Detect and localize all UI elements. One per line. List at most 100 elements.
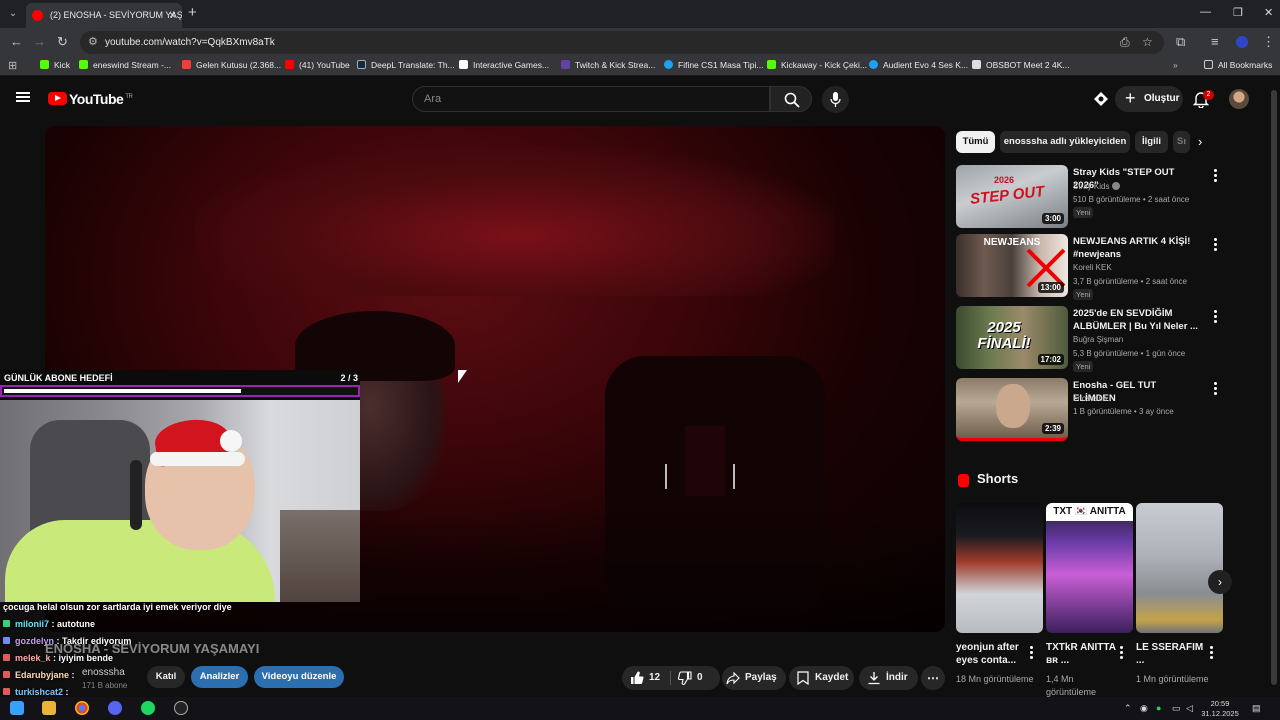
short-thumbnail[interactable] (956, 503, 1043, 633)
menu-icon[interactable] (16, 92, 30, 102)
channel-name[interactable]: Stray Kids (1073, 182, 1120, 191)
share-button[interactable]: Paylaş (722, 666, 786, 690)
chip-more[interactable]: Sı (1173, 131, 1190, 153)
bookmark-item[interactable]: DeepL Translate: Th... (357, 60, 455, 70)
video-thumbnail[interactable]: 2025 FİNALİ! 17:02 (956, 306, 1068, 369)
search-box[interactable] (412, 86, 770, 112)
tab-search-icon[interactable]: ⌄ (4, 5, 22, 23)
install-app-icon[interactable]: ⎙ (1120, 35, 1130, 50)
recommendation-item[interactable]: 2026 STEP OUT 3:00 Stray Kids "STEP OUT … (956, 165, 1224, 229)
profile-icon[interactable] (1236, 36, 1248, 48)
more-options-icon[interactable] (1214, 310, 1217, 323)
extensions-icon[interactable]: ⧉ (1176, 34, 1185, 50)
tray-volume-icon[interactable]: ◁ (1186, 703, 1193, 714)
short-title[interactable]: TXTkR ANITTA ʙʀ ... (1046, 641, 1122, 667)
bookmark-item[interactable]: Interactive Games... (459, 60, 549, 70)
more-options-icon[interactable] (1120, 646, 1123, 661)
bookmark-item[interactable]: OBSBOT Meet 2 4K... (972, 60, 1069, 70)
search-input[interactable] (413, 87, 769, 105)
short-title[interactable]: yeonjun after eyes conta... (956, 641, 1032, 667)
discord-icon[interactable] (108, 701, 122, 715)
browser-tab[interactable]: (2) ENOSHA - SEVİYORUM YAŞ × (26, 3, 182, 28)
page-scrollbar[interactable] (1271, 90, 1277, 685)
channel-name[interactable]: enosssha (1073, 394, 1107, 403)
start-icon[interactable] (10, 701, 24, 715)
video-title[interactable]: 2025'de EN SEVDİĞİM ALBÜMLER | Bu Yıl Ne… (1073, 307, 1199, 333)
media-icon[interactable]: ≡ (1211, 34, 1219, 49)
more-options-icon[interactable] (1030, 646, 1033, 661)
short-thumbnail[interactable]: TXT 🇰🇷 ANITTA (1046, 503, 1133, 633)
site-info-icon[interactable]: ⚙ (88, 35, 98, 48)
bookmark-item[interactable]: Kickaway - Kick Çeki... (767, 60, 867, 70)
channel-name[interactable]: Koreli KEK (1073, 263, 1112, 272)
more-actions-icon[interactable]: ⋯ (921, 666, 945, 690)
analytics-button[interactable]: Analizler (191, 666, 248, 688)
cast-icon[interactable] (1093, 91, 1109, 107)
video-title[interactable]: NEWJEANS ARTIK 4 KİŞİ! #newjeans (1073, 235, 1199, 261)
create-button[interactable]: Oluştur (1115, 86, 1183, 112)
join-button[interactable]: Katıl (147, 666, 185, 688)
obs-icon[interactable] (174, 701, 188, 715)
tray-overflow-icon[interactable]: ⌃ (1124, 703, 1132, 714)
chip-all[interactable]: Tümü (956, 131, 995, 153)
edit-video-button[interactable]: Videoyu düzenle (254, 666, 344, 688)
channel-name[interactable]: Buğra Şişman (1073, 335, 1123, 344)
bookmark-star-icon[interactable]: ☆ (1142, 35, 1153, 49)
chrome-icon[interactable] (75, 701, 89, 715)
bookmark-item[interactable]: eneswind Stream -... (79, 60, 171, 70)
youtube-logo-icon[interactable] (48, 92, 67, 105)
minimize-icon[interactable]: — (1200, 6, 1211, 18)
like-button[interactable]: 12 (622, 666, 670, 690)
goal-progress-bar (0, 385, 360, 397)
new-tab-icon[interactable]: + (188, 4, 197, 21)
spotify-icon[interactable] (141, 701, 155, 715)
apps-grid-icon[interactable]: ⊞ (8, 59, 17, 72)
bookmark-item[interactable]: Gelen Kutusu (2.368... (182, 60, 281, 70)
restore-icon[interactable]: ❐ (1233, 6, 1243, 19)
chips-next-icon[interactable]: › (1198, 134, 1202, 149)
bookmark-item[interactable]: Fifine CS1 Masa Tipi... (664, 60, 764, 70)
more-options-icon[interactable] (1214, 238, 1217, 251)
short-title[interactable]: LE SSERAFIM ... (1136, 641, 1212, 667)
video-thumbnail[interactable]: 2026 STEP OUT 3:00 (956, 165, 1068, 228)
more-options-icon[interactable] (1210, 646, 1213, 661)
channel-name[interactable]: enosssha (82, 667, 125, 678)
dislike-button[interactable]: 0 (672, 666, 720, 690)
chip-from-uploader[interactable]: enosssha adlı yükleyiciden (1000, 131, 1130, 153)
more-options-icon[interactable] (1214, 169, 1217, 182)
download-button[interactable]: İndir (859, 666, 918, 690)
omnibox[interactable]: ⚙ youtube.com/watch?v=QqkBXmv8aTk ⎙ ☆ (80, 31, 1164, 54)
bookmarks-overflow-icon[interactable]: » (1173, 60, 1178, 70)
recommendation-item[interactable]: 2:39 Enosha - GEL TUT ELİMDEN enosssha 1… (956, 378, 1224, 442)
file-explorer-icon[interactable] (42, 701, 56, 715)
video-thumbnail[interactable]: NEWJEANS 13:00 (956, 234, 1068, 297)
search-button[interactable] (770, 86, 812, 112)
window-close-icon[interactable]: ✕ (1264, 6, 1273, 19)
voice-search-button[interactable] (822, 86, 849, 113)
recommendation-item[interactable]: 2025 FİNALİ! 17:02 2025'de EN SEVDİĞİM A… (956, 306, 1224, 372)
bookmark-item[interactable]: Kick (40, 60, 70, 70)
bookmark-item[interactable]: Audient Evo 4 Ses K... (869, 60, 968, 70)
chip-related[interactable]: İlgili (1135, 131, 1168, 153)
more-options-icon[interactable] (1214, 382, 1217, 395)
save-button[interactable]: Kaydet (789, 666, 854, 690)
tray-spotify-icon[interactable]: ● (1156, 703, 1161, 713)
shorts-next-icon[interactable]: › (1208, 570, 1232, 594)
account-avatar[interactable] (1229, 89, 1249, 109)
tray-discord-icon[interactable]: ◉ (1140, 703, 1148, 714)
tray-network-icon[interactable]: ▭ (1172, 703, 1181, 714)
notification-center-icon[interactable]: ▤ (1252, 703, 1261, 714)
back-icon[interactable]: ← (10, 34, 23, 49)
taskbar-clock[interactable]: 20:59 31.12.2025 (1200, 699, 1240, 719)
youtube-logo[interactable]: YouTube TR (69, 91, 133, 107)
video-thumbnail[interactable]: 2:39 (956, 378, 1068, 441)
browser-menu-icon[interactable]: ⋮ (1262, 34, 1275, 50)
short-thumbnail[interactable] (1136, 503, 1223, 633)
all-bookmarks[interactable]: All Bookmarks (1204, 60, 1272, 70)
bookmark-item[interactable]: Twitch & Kick Strea... (561, 60, 655, 70)
reload-icon[interactable]: ↻ (57, 34, 68, 50)
forward-icon[interactable]: → (33, 34, 46, 49)
bookmark-item[interactable]: (41) YouTube (285, 60, 350, 70)
tab-close-icon[interactable]: × (169, 8, 176, 22)
recommendation-item[interactable]: NEWJEANS 13:00 NEWJEANS ARTIK 4 KİŞİ! #n… (956, 234, 1224, 300)
